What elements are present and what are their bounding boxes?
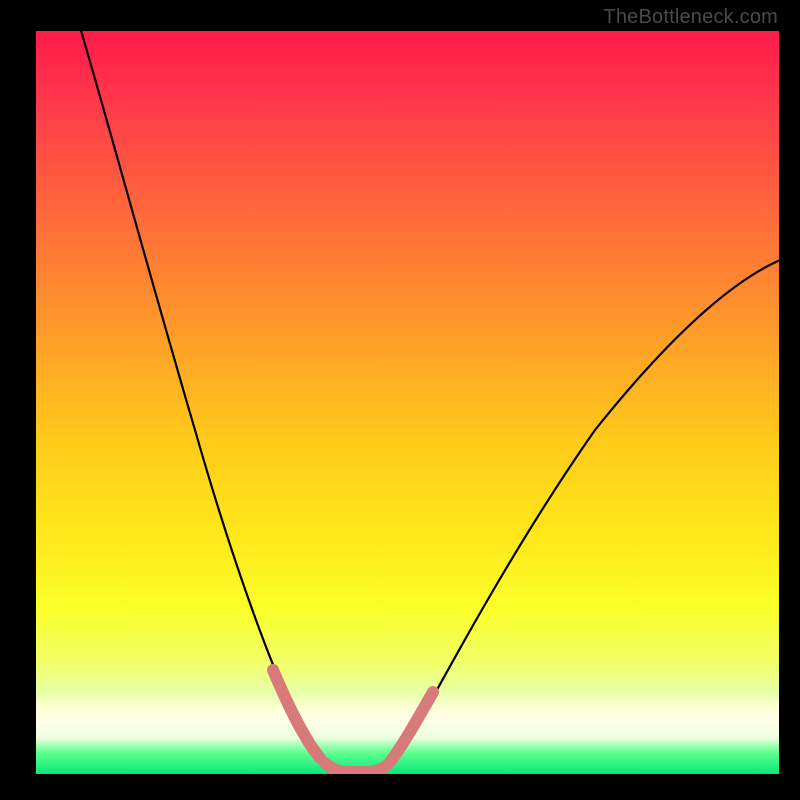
right-rising-segment	[390, 692, 433, 762]
bottleneck-curve	[72, 30, 780, 772]
left-falling-segment	[273, 670, 320, 758]
plot-area	[35, 30, 780, 775]
chart-svg	[35, 30, 780, 775]
watermark-text: TheBottleneck.com	[603, 6, 778, 29]
valley-bottom-segment	[325, 763, 387, 772]
chart-container: TheBottleneck.com	[0, 0, 800, 800]
